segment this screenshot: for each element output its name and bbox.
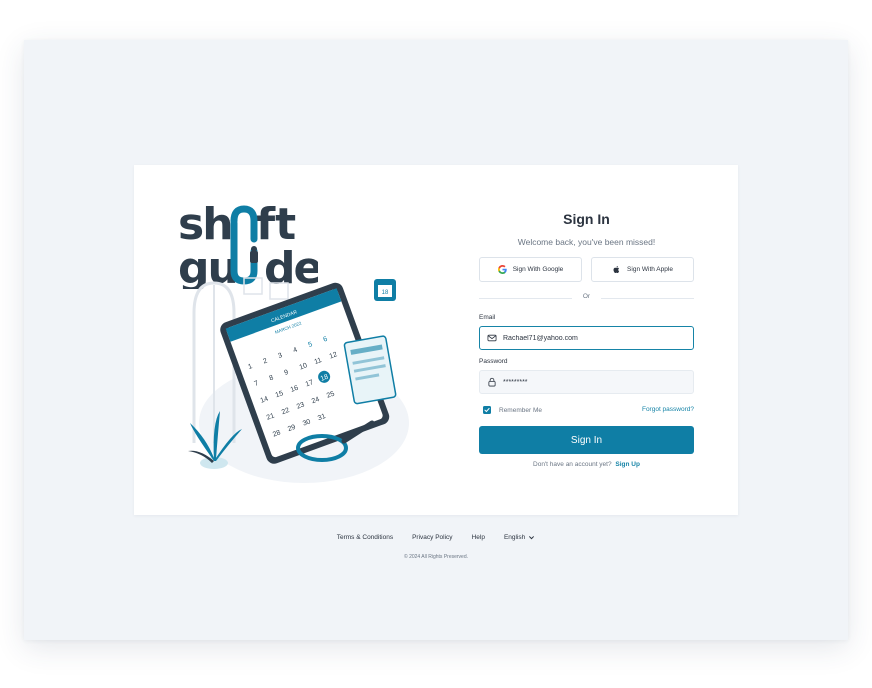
check-icon [484, 408, 490, 413]
google-signin-label: Sign With Google [512, 266, 564, 273]
signin-card: sh ft gu de CALENDAR MARCH 2022 1 2 3 4 … [134, 165, 738, 515]
apple-signin-label: Sign With Apple [627, 266, 673, 273]
language-selector[interactable]: English [504, 534, 535, 541]
email-input[interactable] [503, 334, 683, 342]
email-field[interactable] [479, 326, 694, 350]
page-subtitle: Welcome back, you've been missed! [517, 237, 656, 247]
date-badge: 18 [382, 290, 389, 296]
calendar-illustration: CALENDAR MARCH 2022 123456 789101112 141… [188, 277, 409, 483]
google-signin-button[interactable]: Sign With Google [479, 257, 582, 282]
signup-link[interactable]: Sign Up [615, 461, 640, 468]
or-divider: Or [479, 293, 694, 303]
password-label: Password [479, 358, 508, 365]
footer-links: Terms & Conditions Privacy Policy Help E… [24, 534, 848, 541]
password-field[interactable] [479, 370, 694, 394]
signup-row: Don't have an account yet? Sign Up [479, 461, 694, 468]
remember-me-checkbox[interactable] [483, 406, 491, 414]
google-icon [497, 265, 507, 274]
help-link[interactable]: Help [472, 534, 485, 541]
language-label: English [503, 534, 526, 541]
remember-me[interactable]: Remember Me [483, 406, 542, 414]
signin-button[interactable]: Sign In [479, 426, 694, 454]
signin-form: Sign In Welcome back, you've been missed… [479, 165, 694, 515]
remember-me-label: Remember Me [499, 406, 542, 414]
forgot-password-link[interactable]: Forgot password? [642, 406, 694, 413]
email-label: Email [479, 314, 496, 321]
chevron-down-icon [529, 536, 535, 540]
apple-icon [613, 266, 620, 274]
terms-link[interactable]: Terms & Conditions [337, 534, 393, 541]
password-input[interactable] [503, 378, 683, 386]
page-background: sh ft gu de CALENDAR MARCH 2022 1 2 3 4 … [24, 40, 848, 640]
copyright-text: © 2024 All Rights Preserved. [404, 554, 468, 560]
page-title: Sign In [563, 211, 610, 227]
signup-prompt: Don't have an account yet? [533, 461, 612, 468]
lock-icon [488, 377, 496, 387]
apple-signin-button[interactable]: Sign With Apple [591, 257, 694, 282]
privacy-link[interactable]: Privacy Policy [412, 534, 452, 541]
mail-icon [487, 334, 497, 342]
